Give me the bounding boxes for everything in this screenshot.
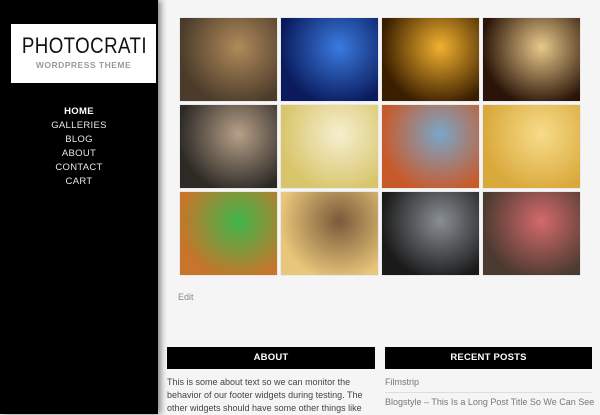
gallery-thumb[interactable] (382, 18, 479, 101)
gallery-thumb[interactable] (281, 18, 378, 101)
concert-crowd-lights-photo-icon (483, 18, 580, 101)
man-with-glasses-photo-icon (382, 105, 479, 188)
about-widget-title: ABOUT (167, 347, 375, 369)
recent-posts-widget-title: RECENT POSTS (385, 347, 592, 369)
divider (385, 392, 592, 393)
nav-item-about[interactable]: ABOUT (0, 147, 158, 161)
gallery-thumb[interactable] (382, 105, 479, 188)
woman-in-green-photo-icon (180, 192, 277, 275)
couple-embracing-photo-icon (281, 192, 378, 275)
gallery-thumb[interactable] (180, 192, 277, 275)
woman-with-camera-photo-icon (483, 192, 580, 275)
logo-title: PHOTOCRATI (21, 33, 147, 58)
gallery-thumb[interactable] (483, 18, 580, 101)
gallery-thumb[interactable] (281, 105, 378, 188)
woman-by-window-photo-icon (382, 192, 479, 275)
nav-item-blog[interactable]: BLOG (0, 133, 158, 147)
nav-item-contact[interactable]: CONTACT (0, 161, 158, 175)
gallery-thumb[interactable] (180, 105, 277, 188)
gallery-thumb[interactable] (281, 192, 378, 275)
nav-item-cart[interactable]: CART (0, 175, 158, 189)
gallery-thumb[interactable] (483, 105, 580, 188)
nav-item-home[interactable]: HOME (0, 105, 158, 119)
gallery-thumb[interactable] (382, 192, 479, 275)
recent-post-link[interactable]: Filmstrip (385, 377, 419, 387)
recent-post-link[interactable]: Blogstyle – This Is a Long Post Title So… (385, 397, 594, 407)
sidebar: PHOTOCRATI WORDPRESS THEME HOME GALLERIE… (0, 0, 158, 414)
about-widget-text: This is some about text so we can monito… (167, 377, 363, 413)
woman-in-sunlight-photo-icon (483, 105, 580, 188)
edit-link[interactable]: Edit (178, 292, 194, 302)
logo-subtitle: WORDPRESS THEME (35, 60, 132, 70)
site-logo[interactable]: PHOTOCRATI WORDPRESS THEME (11, 24, 156, 83)
nav-item-galleries[interactable]: GALLERIES (0, 119, 158, 133)
couple-with-bikes-photo-icon (281, 105, 378, 188)
concert-stage-silhouette-photo-icon (382, 18, 479, 101)
main-nav: HOME GALLERIES BLOG ABOUT CONTACT CART (0, 105, 158, 189)
concert-crowd-blue-photo-icon (281, 18, 378, 101)
smiling-man-sunglasses-photo-icon (180, 105, 277, 188)
gallery-thumb[interactable] (180, 18, 277, 101)
hand-with-keys-photo-icon (180, 18, 277, 101)
gallery-thumb[interactable] (483, 192, 580, 275)
